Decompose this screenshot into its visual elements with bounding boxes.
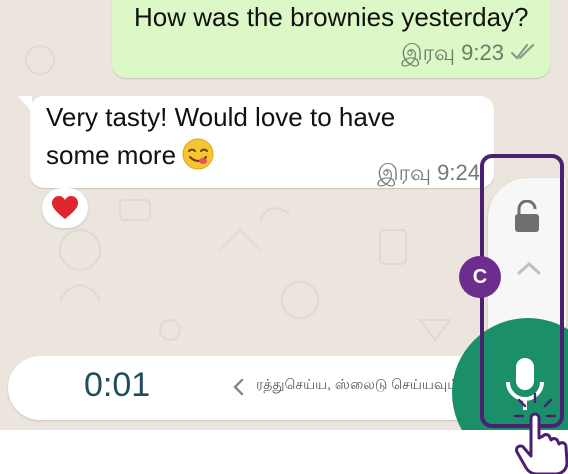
incoming-message-time: இரவு 9:24 bbox=[377, 160, 480, 185]
incoming-message-text-line2: some more bbox=[46, 138, 214, 171]
outgoing-message-time: இரவு 9:23 bbox=[401, 40, 504, 65]
tap-hand-icon bbox=[513, 392, 568, 474]
yum-face-emoji-icon bbox=[182, 138, 214, 170]
slide-to-cancel-hint: ரத்துசெய்ய, ஸ்லைடு செய்யவும் bbox=[256, 376, 459, 392]
outgoing-message-text: How was the brownies yesterday? bbox=[134, 2, 529, 32]
incoming-message-text-line2-words: some more bbox=[46, 140, 177, 170]
incoming-message-text-line1: Very tasty! Would love to have bbox=[46, 102, 396, 132]
recording-timer: 0:01 bbox=[84, 366, 151, 404]
heart-reaction[interactable] bbox=[42, 188, 88, 228]
double-check-icon bbox=[510, 43, 535, 60]
outgoing-message-bubble[interactable]: How was the brownies yesterday? இரவு 9:2… bbox=[112, 0, 550, 78]
step-badge: C bbox=[459, 256, 501, 298]
recording-input-bar: 0:01 ரத்துசெய்ய, ஸ்லைடு செய்யவும் bbox=[8, 356, 488, 420]
chevron-left-icon bbox=[233, 378, 244, 396]
heart-icon bbox=[52, 196, 78, 219]
bubble-tail bbox=[18, 96, 32, 112]
incoming-message-bubble[interactable]: Very tasty! Would love to have some more… bbox=[18, 96, 494, 188]
